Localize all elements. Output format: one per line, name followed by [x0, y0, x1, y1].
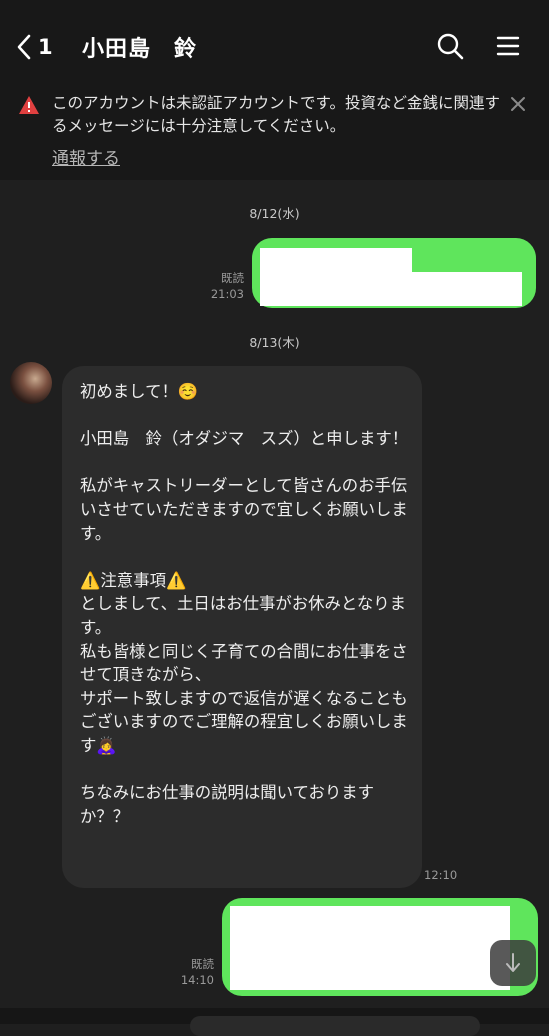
chat-header: 1 小田島 鈴 — [0, 0, 549, 90]
search-icon — [437, 33, 464, 60]
date-separator: 8/12(水) — [249, 206, 300, 221]
search-button[interactable] — [434, 30, 466, 62]
back-chevron-icon — [17, 34, 31, 60]
warning-icon — [19, 96, 39, 114]
redacted-content — [410, 272, 522, 306]
read-label: 既読 — [221, 271, 244, 285]
message-text: 初めまして！☺️ 小田島 鈴（オダジマ スズ）と申します！ 私がキャストリーダー… — [80, 382, 409, 826]
menu-icon — [496, 36, 520, 56]
redacted-content — [230, 906, 510, 990]
date-separator: 8/13(木) — [249, 335, 300, 350]
report-link[interactable]: 通報する — [52, 144, 120, 169]
close-icon[interactable] — [510, 96, 526, 112]
notice-text: このアカウントは未認証アカウントです。投資など金銭に関連するメッセージには十分注… — [52, 94, 500, 135]
redacted-content — [260, 248, 412, 306]
unverified-account-notice: このアカウントは未認証アカウントです。投資など金銭に関連するメッセージには十分注… — [0, 82, 549, 180]
message-input[interactable] — [190, 1016, 480, 1036]
message-time: 21:03 — [210, 287, 244, 301]
message-time: 12:10 — [424, 868, 458, 882]
incoming-message-bubble[interactable]: 初めまして！☺️ 小田島 鈴（オダジマ スズ）と申します！ 私がキャストリーダー… — [62, 366, 422, 888]
message-meta: 既読 14:10 — [170, 956, 214, 988]
unread-count: 1 — [38, 35, 53, 59]
scroll-down-icon — [506, 953, 520, 972]
chat-title: 小田島 鈴 — [82, 37, 198, 62]
outgoing-message-bubble[interactable] — [252, 238, 536, 308]
message-time: 14:10 — [180, 973, 214, 987]
message-meta: 既読 21:03 — [196, 270, 244, 302]
read-label: 既読 — [191, 957, 214, 971]
scroll-to-bottom-button[interactable] — [490, 940, 536, 986]
menu-button[interactable] — [492, 30, 524, 62]
bottom-input-bar — [0, 1008, 549, 1036]
avatar[interactable] — [10, 362, 52, 404]
back-button[interactable]: 1 — [16, 30, 53, 64]
